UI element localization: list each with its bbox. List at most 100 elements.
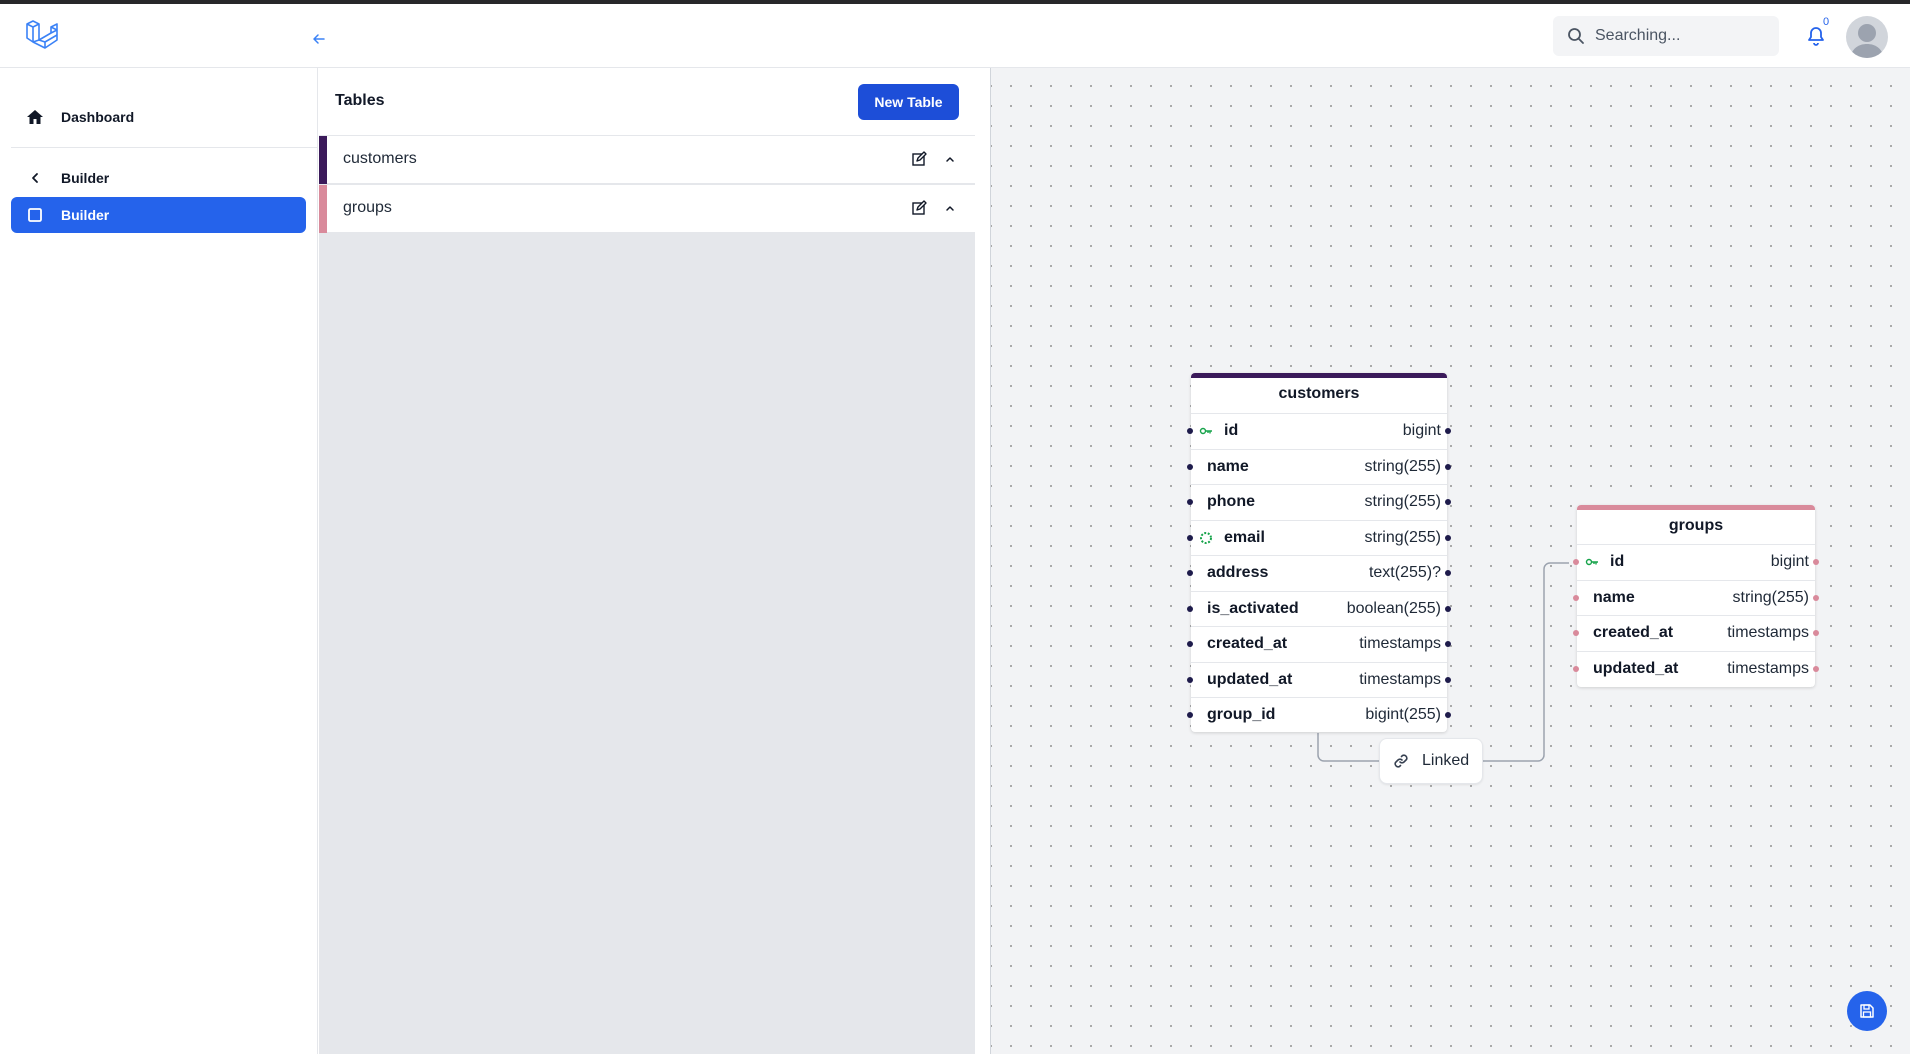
sidebar-divider	[11, 147, 317, 148]
panel-splitter[interactable]	[975, 68, 991, 1054]
column-name: address	[1207, 564, 1269, 581]
column-name: email	[1224, 528, 1265, 546]
column-type: string(255)	[1364, 457, 1441, 475]
connection-handle-left[interactable]	[1187, 641, 1193, 647]
entity-column-row[interactable]: id bigint	[1573, 544, 1819, 579]
entity-column-row[interactable]: name string(255)	[1187, 448, 1451, 484]
connection-handle-right[interactable]	[1813, 559, 1819, 565]
connection-handle-right[interactable]	[1445, 712, 1451, 718]
edit-icon[interactable]	[911, 200, 927, 216]
column-name: id	[1610, 553, 1625, 570]
connection-handle-right[interactable]	[1813, 594, 1819, 601]
column-name: phone	[1207, 493, 1255, 510]
table-name: customers	[343, 150, 417, 167]
sidebar-item-builder[interactable]: Builder	[11, 197, 306, 233]
column-type: string(255)	[1364, 493, 1441, 510]
connection-handle-right[interactable]	[1445, 605, 1451, 612]
sidebar: Dashboard Builder Builder	[0, 68, 318, 1054]
column-type: bigint	[1402, 422, 1441, 439]
connection-handle-right[interactable]	[1445, 641, 1451, 647]
connection-handle-left[interactable]	[1573, 594, 1579, 601]
relation-label-text: Linked	[1422, 752, 1470, 769]
search-box[interactable]	[1553, 16, 1779, 56]
unique-icon	[1200, 531, 1212, 544]
column-name: created_at	[1593, 624, 1674, 641]
connection-handle-left[interactable]	[1187, 570, 1193, 576]
table-list-item-customers[interactable]: customers	[319, 136, 975, 184]
tables-panel-title: Tables	[335, 92, 385, 109]
entity-customers[interactable]: customers id bigint name string(255) phone st…	[1187, 373, 1451, 732]
connection-handle-right[interactable]	[1445, 499, 1451, 505]
collapse-sidebar-button[interactable]	[308, 28, 330, 50]
connection-handle-left[interactable]	[1187, 534, 1193, 541]
entity-column-row[interactable]: created_at timestamps	[1573, 615, 1819, 650]
connection-handle-left[interactable]	[1187, 676, 1193, 683]
search-input[interactable]	[1595, 27, 1765, 45]
column-type: bigint	[1770, 553, 1809, 570]
notification-count-badge: 0	[1823, 16, 1830, 28]
connection-handle-right[interactable]	[1813, 665, 1819, 672]
entity-column-row[interactable]: email string(255)	[1187, 519, 1451, 555]
key-icon	[1199, 427, 1212, 435]
column-type: string(255)	[1364, 528, 1441, 546]
entity-column-row[interactable]: id bigint	[1187, 413, 1451, 448]
tables-panel: Tables New Table customers groups	[319, 68, 975, 1054]
app-header: 0	[0, 4, 1910, 68]
column-name: is_activated	[1207, 599, 1299, 617]
entity-column-row[interactable]: updated_at timestamps	[1187, 661, 1451, 697]
sidebar-item-builder-back[interactable]: Builder	[11, 160, 306, 196]
connection-handle-right[interactable]	[1813, 630, 1819, 636]
entity-column-row[interactable]: phone string(255)	[1187, 484, 1451, 519]
connection-handle-left[interactable]	[1573, 630, 1579, 636]
entity-column-row[interactable]: created_at timestamps	[1187, 626, 1451, 661]
chevron-up-icon[interactable]	[942, 200, 958, 216]
sidebar-item-label: Builder	[61, 170, 110, 186]
column-name: name	[1207, 457, 1249, 475]
sidebar-item-dashboard[interactable]: Dashboard	[11, 99, 306, 135]
connection-handle-left[interactable]	[1573, 559, 1579, 565]
link-icon	[1392, 752, 1410, 770]
connection-handle-left[interactable]	[1187, 499, 1193, 505]
connection-handle-left[interactable]	[1573, 665, 1579, 672]
entity-column-row[interactable]: group_id bigint(255)	[1187, 697, 1451, 732]
column-name: group_id	[1207, 706, 1276, 723]
column-name: created_at	[1207, 635, 1288, 652]
laravel-logo-icon[interactable]	[24, 18, 60, 54]
connection-handle-right[interactable]	[1445, 676, 1451, 683]
column-type: bigint(255)	[1365, 706, 1441, 723]
column-type: boolean(255)	[1346, 599, 1441, 617]
sidebar-item-label: Dashboard	[61, 109, 135, 125]
table-name: groups	[343, 199, 392, 216]
column-type: string(255)	[1732, 588, 1809, 606]
column-type: timestamps	[1727, 624, 1809, 641]
connection-handle-right[interactable]	[1445, 463, 1451, 470]
connection-handle-left[interactable]	[1187, 428, 1193, 434]
user-avatar[interactable]	[1846, 16, 1888, 58]
square-icon	[25, 205, 45, 225]
connection-handle-left[interactable]	[1187, 712, 1193, 718]
connection-handle-left[interactable]	[1187, 605, 1193, 612]
entity-column-row[interactable]: name string(255)	[1573, 579, 1819, 615]
entity-column-row[interactable]: updated_at timestamps	[1573, 650, 1819, 686]
sidebar-item-label: Builder	[61, 207, 110, 223]
tables-panel-header: Tables New Table	[319, 68, 975, 136]
bell-icon	[1808, 27, 1824, 46]
column-type: timestamps	[1359, 635, 1441, 652]
connection-handle-right[interactable]	[1445, 428, 1451, 434]
column-name: id	[1224, 422, 1239, 439]
entity-color-strip	[1577, 505, 1815, 510]
new-table-button[interactable]: New Table	[858, 84, 959, 120]
edit-icon[interactable]	[911, 151, 927, 167]
chevron-up-icon[interactable]	[942, 151, 958, 167]
relation-label[interactable]: Linked	[1379, 738, 1483, 784]
save-button[interactable]	[1847, 991, 1887, 1031]
connection-handle-left[interactable]	[1187, 463, 1193, 470]
connection-handle-right[interactable]	[1445, 570, 1451, 576]
table-list-item-groups[interactable]: groups	[319, 185, 975, 233]
entity-column-row[interactable]: address text(255)?	[1187, 555, 1451, 590]
entity-column-row[interactable]: is_activated boolean(255)	[1187, 590, 1451, 626]
entity-groups[interactable]: groups id bigint name string(255) created_at…	[1573, 505, 1819, 687]
entity-title: customers	[1278, 385, 1360, 402]
connection-handle-right[interactable]	[1445, 534, 1451, 541]
column-type: text(255)?	[1368, 564, 1441, 581]
